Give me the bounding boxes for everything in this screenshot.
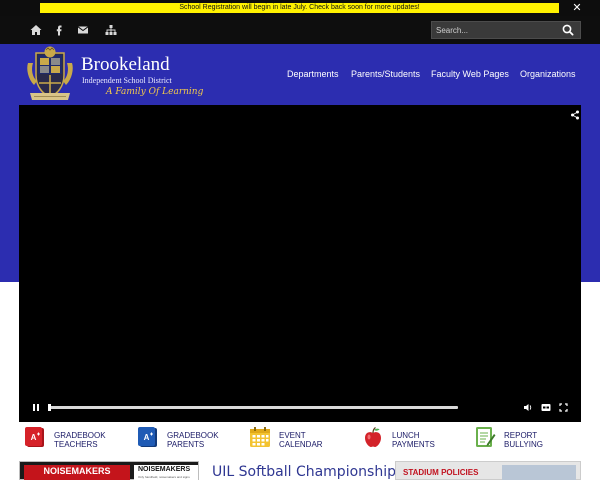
- quick-links: A GRADEBOOKTEACHERS A GRADEBOOKPARENTS: [0, 422, 600, 460]
- crest-logo-icon[interactable]: [24, 45, 76, 103]
- noisemakers-side-text: Only handheld, noisemakers and signs: [138, 475, 190, 479]
- nav-departments[interactable]: Departments: [287, 68, 339, 80]
- gradebook-red-icon: A: [25, 427, 44, 447]
- captions-icon[interactable]: [541, 403, 551, 412]
- nav-organizations[interactable]: Organizations: [520, 68, 576, 80]
- volume-icon[interactable]: [523, 403, 533, 412]
- pause-icon[interactable]: [32, 403, 40, 412]
- home-icon[interactable]: [29, 23, 43, 37]
- news-card-stadium-policies[interactable]: STADIUM POLICIES: [395, 461, 581, 480]
- quick-link-gradebook-parents[interactable]: A GRADEBOOK PARENTS: [137, 426, 237, 452]
- alert-bar: School Registration will begin in late J…: [0, 0, 600, 16]
- quick-link-label: EVENT CALENDAR: [279, 431, 323, 449]
- calendar-icon: [250, 427, 270, 447]
- stadium-policies-title: STADIUM POLICIES: [403, 468, 479, 477]
- svg-text:A: A: [31, 433, 37, 442]
- search-box: [431, 21, 581, 39]
- search-input[interactable]: [432, 22, 556, 38]
- quick-link-lunch-payments[interactable]: LUNCH PAYMENTS: [362, 426, 462, 452]
- email-icon[interactable]: [76, 23, 90, 37]
- fullscreen-icon[interactable]: [559, 403, 568, 412]
- news-card-noisemakers[interactable]: NOISEMAKERS NOISEMAKERS Only handheld, n…: [19, 461, 199, 480]
- alert-message: School Registration will begin in late J…: [40, 3, 559, 13]
- noisemakers-side-panel: NOISEMAKERS Only handheld, noisemakers a…: [134, 465, 198, 480]
- sitemap-icon[interactable]: [104, 23, 118, 37]
- svg-text:A: A: [144, 433, 150, 442]
- facebook-icon[interactable]: [52, 23, 66, 37]
- share-icon[interactable]: [570, 110, 580, 120]
- close-icon[interactable]: ✕: [571, 2, 583, 14]
- nav-parents-students[interactable]: Parents/Students: [351, 68, 420, 80]
- quick-link-gradebook-teachers[interactable]: A GRADEBOOK TEACHERS: [24, 426, 124, 452]
- gradebook-blue-icon: A: [138, 427, 157, 447]
- video-progress-handle[interactable]: [48, 404, 51, 411]
- quick-link-label: GRADEBOOK TEACHERS: [54, 431, 106, 449]
- video-player[interactable]: [19, 105, 581, 422]
- nav-faculty-web-pages[interactable]: Faculty Web Pages: [431, 68, 509, 80]
- news-headline[interactable]: UIL Softball Championship: [212, 464, 396, 480]
- quick-link-event-calendar[interactable]: EVENT CALENDAR: [249, 426, 349, 452]
- site-subtitle: Independent School District: [82, 76, 172, 85]
- apple-icon: [365, 427, 381, 447]
- news-strip: NOISEMAKERS NOISEMAKERS Only handheld, n…: [0, 460, 600, 480]
- noisemakers-side-title: NOISEMAKERS: [138, 466, 191, 473]
- noisemakers-banner: NOISEMAKERS: [24, 465, 130, 480]
- search-icon[interactable]: [560, 23, 576, 37]
- quick-link-label: REPORT BULLYING: [504, 431, 543, 449]
- quick-link-report-bullying[interactable]: REPORT BULLYING: [474, 426, 574, 452]
- site-name[interactable]: Brookeland: [81, 55, 170, 75]
- quick-link-label: GRADEBOOK PARENTS: [167, 431, 219, 449]
- report-icon: [476, 427, 496, 447]
- video-progress-track[interactable]: [48, 406, 458, 409]
- stadium-photo: [502, 465, 576, 480]
- top-bar: [0, 16, 600, 44]
- quick-link-label: LUNCH PAYMENTS: [392, 431, 435, 449]
- site-tagline: A Family Of Learning: [106, 87, 204, 97]
